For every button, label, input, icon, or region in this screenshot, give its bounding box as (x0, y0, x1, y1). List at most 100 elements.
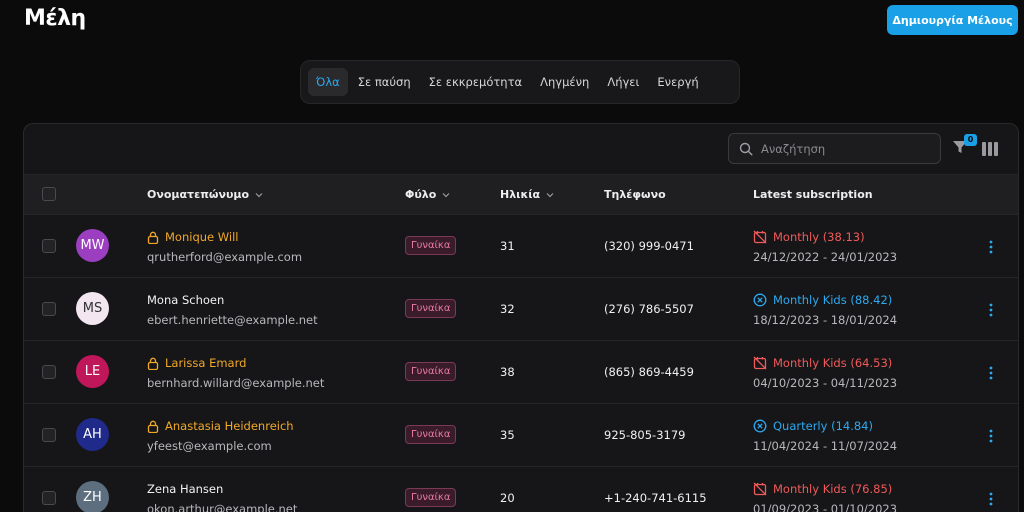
member-name-line: Monique Will (147, 230, 238, 244)
tab-5[interactable]: Ενεργή (649, 68, 706, 96)
more-vertical-icon (989, 429, 993, 443)
tab-4[interactable]: Λήγει (599, 68, 647, 96)
chevron-down-icon (442, 192, 450, 197)
tab-2[interactable]: Σε εκκρεμότητα (421, 68, 531, 96)
member-name[interactable]: Anastasia Heidenreich (165, 419, 294, 433)
member-name-line: Larissa Emard (147, 356, 246, 370)
avatar: MS (76, 292, 109, 325)
more-vertical-icon (989, 366, 993, 380)
subscription-dates: 24/12/2022 - 24/01/2023 (753, 250, 898, 264)
column-header-subscription: Latest subscription (753, 188, 873, 201)
chevron-down-icon (546, 192, 554, 197)
chevron-down-icon (255, 192, 263, 197)
tab-3[interactable]: Ληγμένη (532, 68, 597, 96)
create-member-button[interactable]: Δημιουργία Μέλους (887, 5, 1018, 35)
filter-button[interactable]: 0 (952, 134, 977, 159)
member-name[interactable]: Larissa Emard (165, 356, 246, 370)
subscription-name: Monthly Kids (76.85) (773, 482, 893, 496)
table-toolbar: 0 (24, 124, 1018, 174)
member-name-line: Zena Hansen (147, 482, 223, 496)
member-phone: (865) 869-4459 (604, 365, 694, 379)
subscription-line: Monthly (38.13) (753, 230, 865, 244)
blocked-calendar-icon (753, 356, 767, 370)
gender-badge: Γυναίκα (405, 236, 457, 255)
member-email: ebert.henriette@example.net (147, 313, 318, 327)
subscription-name: Monthly Kids (88.42) (773, 293, 893, 307)
table-row[interactable]: MW Monique Will qrutherford@example.com Γυν… (24, 214, 1018, 277)
table-row[interactable]: ZH Zena Hansen okon.arthur@example.net Γυνα… (24, 466, 1018, 512)
subscription-name: Monthly (38.13) (773, 230, 865, 244)
member-age: 20 (500, 491, 515, 505)
avatar: LE (76, 355, 109, 388)
member-email: qrutherford@example.com (147, 250, 303, 264)
avatar: ZH (76, 481, 109, 512)
cancel-circle-icon (753, 293, 767, 307)
cancel-circle-icon (753, 419, 767, 433)
more-vertical-icon (989, 303, 993, 317)
column-header-gender[interactable]: Φύλο (405, 188, 450, 201)
search-icon (739, 142, 753, 156)
gender-badge: Γυναίκα (405, 488, 457, 507)
subscription-dates: 18/12/2023 - 18/01/2024 (753, 313, 898, 327)
lock-icon (147, 231, 159, 244)
row-actions-button[interactable] (985, 239, 997, 255)
row-actions-button[interactable] (985, 302, 997, 318)
row-checkbox[interactable] (42, 491, 56, 505)
gender-badge: Γυναίκα (405, 425, 457, 444)
subscription-name: Quarterly (14.84) (773, 419, 873, 433)
filter-count-badge: 0 (964, 134, 977, 146)
row-checkbox[interactable] (42, 365, 56, 379)
row-actions-button[interactable] (985, 491, 997, 507)
member-age: 35 (500, 428, 515, 442)
row-checkbox[interactable] (42, 302, 56, 316)
table-row[interactable]: AH Anastasia Heidenreich yfeest@example.co… (24, 403, 1018, 466)
member-phone: (276) 786-5507 (604, 302, 694, 316)
row-actions-button[interactable] (985, 365, 997, 381)
row-checkbox[interactable] (42, 428, 56, 442)
member-name[interactable]: Monique Will (165, 230, 238, 244)
column-header-phone: Τηλέφωνο (604, 188, 666, 201)
member-age: 31 (500, 239, 515, 253)
members-table-card: 0 Ονοματεπώνυμο Φύλο Ηλικία Τηλέφωνο (23, 123, 1019, 512)
member-name[interactable]: Mona Schoen (147, 293, 224, 307)
blocked-calendar-icon (753, 230, 767, 244)
search-box[interactable] (728, 133, 941, 164)
subscription-line: Monthly Kids (64.53) (753, 356, 892, 370)
member-age: 32 (500, 302, 515, 316)
table-row[interactable]: LE Larissa Emard bernhard.willard@example.… (24, 340, 1018, 403)
status-tabs: Όλα Σε παύση Σε εκκρεμότητα Ληγμένη Λήγει Ενε… (300, 60, 740, 104)
tab-0[interactable]: Όλα (308, 68, 348, 96)
more-vertical-icon (989, 492, 993, 506)
column-header-age[interactable]: Ηλικία (500, 188, 554, 201)
member-name-line: Mona Schoen (147, 293, 224, 307)
subscription-dates: 01/09/2023 - 01/10/2023 (753, 502, 898, 512)
row-actions-button[interactable] (985, 428, 997, 444)
member-name[interactable]: Zena Hansen (147, 482, 223, 496)
member-name-line: Anastasia Heidenreich (147, 419, 294, 433)
member-age: 38 (500, 365, 515, 379)
avatar: MW (76, 229, 109, 262)
row-checkbox[interactable] (42, 239, 56, 253)
blocked-calendar-icon (753, 482, 767, 496)
subscription-dates: 04/10/2023 - 04/11/2023 (753, 376, 898, 390)
avatar: AH (76, 418, 109, 451)
subscription-line: Monthly Kids (76.85) (753, 482, 892, 496)
subscription-name: Monthly Kids (64.53) (773, 356, 893, 370)
select-all-checkbox[interactable] (42, 187, 56, 201)
member-email: yfeest@example.com (147, 439, 272, 453)
column-header-name[interactable]: Ονοματεπώνυμο (147, 188, 263, 201)
table-row[interactable]: MS Mona Schoen ebert.henriette@example.net… (24, 277, 1018, 340)
subscription-line: Quarterly (14.84) (753, 419, 873, 433)
lock-icon (147, 357, 159, 370)
more-vertical-icon (989, 240, 993, 254)
gender-badge: Γυναίκα (405, 299, 457, 318)
columns-icon (982, 142, 998, 156)
columns-button[interactable] (982, 141, 998, 156)
table-header: Ονοματεπώνυμο Φύλο Ηλικία Τηλέφωνο Lates… (24, 174, 1018, 214)
search-input[interactable] (761, 141, 921, 156)
member-phone: (320) 999-0471 (604, 239, 694, 253)
table-body: MW Monique Will qrutherford@example.com Γυν… (24, 214, 1018, 512)
tab-1[interactable]: Σε παύση (350, 68, 419, 96)
subscription-line: Monthly Kids (88.42) (753, 293, 892, 307)
member-phone: +1-240-741-6115 (604, 491, 707, 505)
